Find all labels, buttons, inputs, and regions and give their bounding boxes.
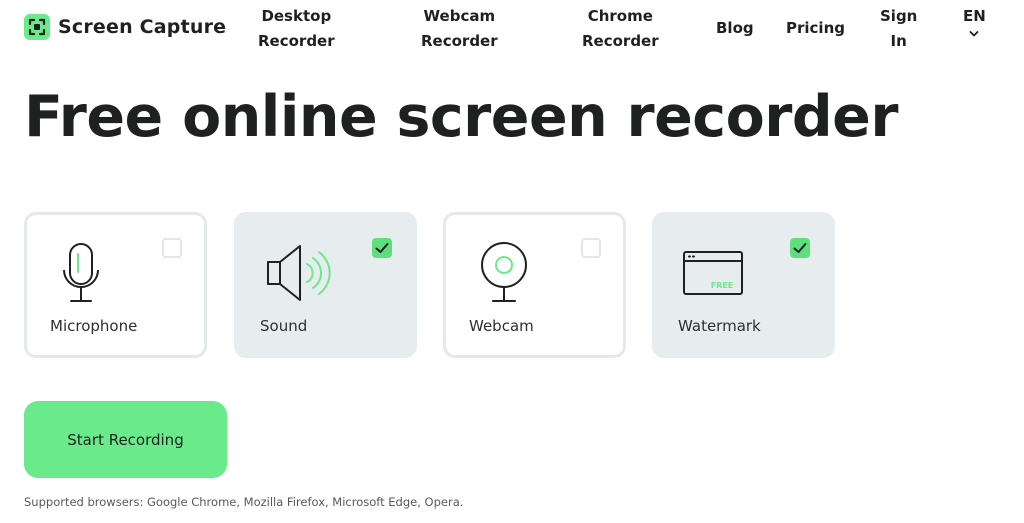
page-title: Free online screen recorder [24,84,898,150]
option-microphone[interactable]: Microphone [24,212,207,358]
nav-desktop-recorder[interactable]: Desktop Recorder [258,4,335,54]
sound-checkbox[interactable] [372,238,392,258]
option-watermark[interactable]: FREE Watermark [652,212,835,358]
microphone-checkbox[interactable] [162,238,182,258]
nav-chrome-recorder-line-1: Chrome [587,7,653,25]
page: Screen Capture Desktop Recorder Webcam R… [0,0,1024,523]
language-label: EN [963,7,986,25]
nav-sign-in-line-1: Sign [880,7,918,25]
option-webcam[interactable]: Webcam [443,212,626,358]
webcam-icon [471,240,535,310]
nav-webcam-recorder-line-2: Recorder [421,32,498,50]
start-recording-button[interactable]: Start Recording [24,401,227,478]
nav-sign-in-line-2: In [890,32,907,50]
checkmark-icon [375,243,389,253]
option-label: Webcam [469,317,534,335]
watermark-badge: FREE [711,281,734,290]
language-selector[interactable]: EN [963,4,986,39]
option-label: Microphone [50,317,138,335]
nav-desktop-recorder-line-2: Recorder [258,32,335,50]
screen-capture-logo-icon [24,14,50,40]
nav-blog[interactable]: Blog [716,16,754,41]
logo[interactable]: Screen Capture [24,14,226,40]
nav-chrome-recorder[interactable]: Chrome Recorder [582,4,659,54]
brand-name: Screen Capture [58,16,227,38]
supported-browsers-note: Supported browsers: Google Chrome, Mozil… [24,495,464,509]
nav-sign-in[interactable]: Sign In [880,4,917,54]
option-sound[interactable]: Sound [234,212,417,358]
webcam-checkbox[interactable] [581,238,601,258]
option-label: Sound [260,317,308,335]
nav-chrome-recorder-line-2: Recorder [582,32,659,50]
watermark-icon: FREE [680,240,750,310]
chevron-down-icon [970,31,979,37]
watermark-checkbox[interactable] [790,238,810,258]
microphone-icon [52,240,116,310]
nav-desktop-recorder-line-1: Desktop [261,7,332,25]
nav-webcam-recorder[interactable]: Webcam Recorder [421,4,498,54]
nav-pricing[interactable]: Pricing [786,16,845,41]
speaker-icon [262,240,332,310]
option-label: Watermark [678,317,761,335]
nav-webcam-recorder-line-1: Webcam [423,7,496,25]
checkmark-icon [793,243,807,253]
